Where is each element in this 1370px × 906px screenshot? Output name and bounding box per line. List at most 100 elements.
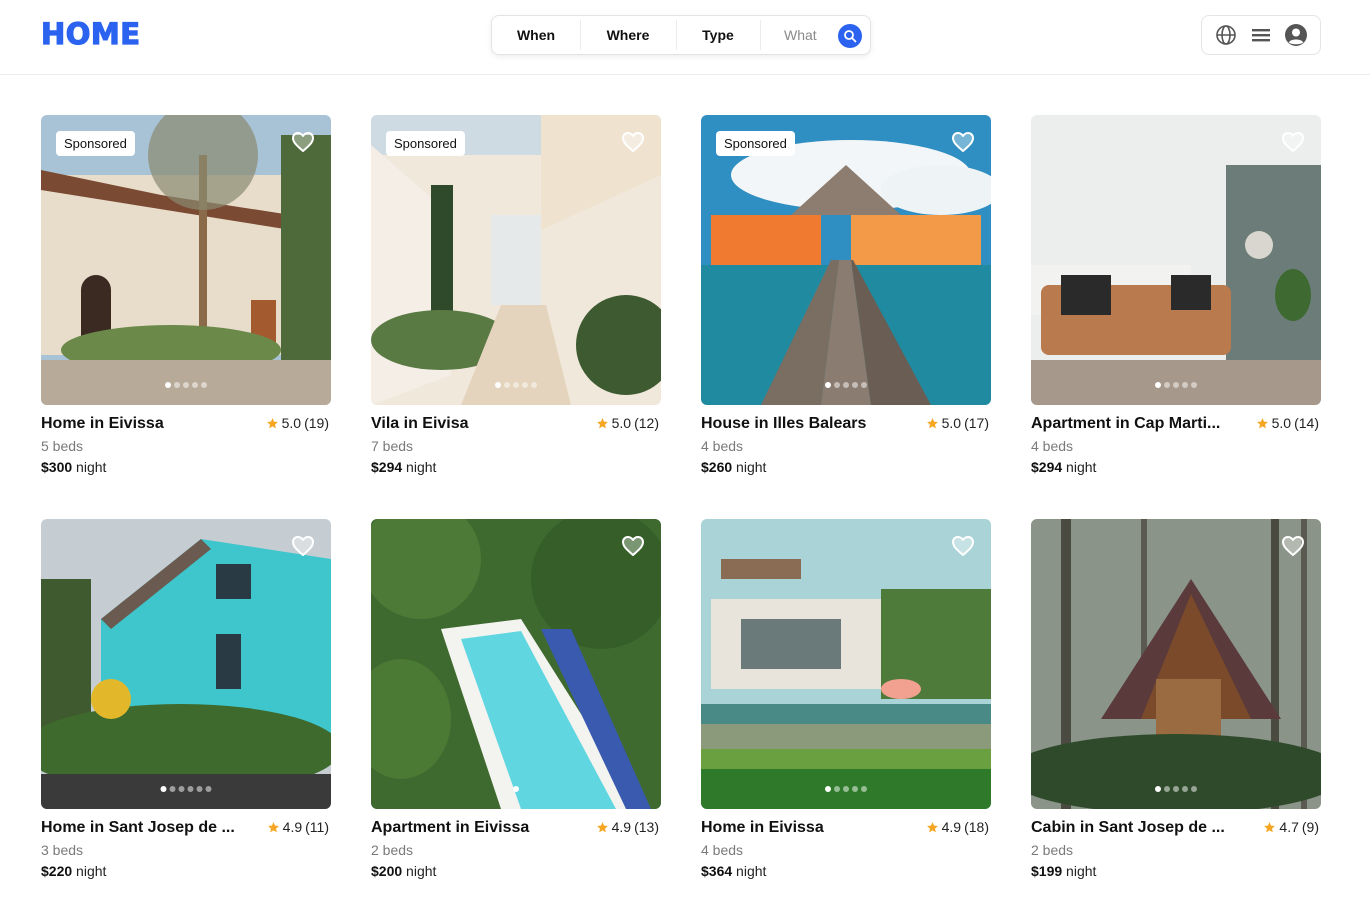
listing-beds: 2 beds bbox=[1031, 842, 1074, 858]
listing-photo[interactable] bbox=[371, 519, 661, 809]
price-amount: $300 bbox=[41, 459, 73, 475]
photo-dot[interactable] bbox=[160, 786, 167, 792]
listing-title[interactable]: Apartment in Eivissa bbox=[371, 819, 581, 837]
search-where-button[interactable]: Where bbox=[580, 16, 676, 54]
rating-value: 5.0 bbox=[1271, 415, 1292, 431]
listing-title[interactable]: Home in Eivissa bbox=[41, 415, 251, 433]
photo-dot[interactable] bbox=[1164, 786, 1170, 792]
listing-card[interactable]: Cabin in Sant Josep de ... 4.7 (9) 2 bed… bbox=[1031, 519, 1321, 881]
listing-image bbox=[41, 115, 331, 405]
listing-title[interactable]: Vila in Eivisa bbox=[371, 415, 581, 433]
favorite-button[interactable] bbox=[291, 131, 315, 153]
photo-dot[interactable] bbox=[205, 786, 212, 792]
listing-photo[interactable]: Sponsored bbox=[41, 115, 331, 405]
photo-dot[interactable] bbox=[169, 786, 176, 792]
listing-title[interactable]: Home in Eivissa bbox=[701, 819, 911, 837]
favorite-button[interactable] bbox=[1281, 535, 1305, 557]
heart-icon bbox=[952, 132, 974, 152]
photo-dot[interactable] bbox=[843, 382, 849, 388]
favorite-button[interactable] bbox=[621, 131, 645, 153]
listing-beds: 7 beds bbox=[371, 438, 414, 454]
favorite-button[interactable] bbox=[1281, 131, 1305, 153]
profile-button[interactable] bbox=[1284, 23, 1308, 47]
search-button[interactable] bbox=[838, 24, 862, 48]
price-amount: $364 bbox=[701, 863, 733, 879]
photo-dot[interactable] bbox=[183, 382, 189, 388]
listing-image bbox=[371, 115, 661, 405]
listing-card[interactable]: Sponsored Home in Eivissa 5.0 (19) 5 bed… bbox=[41, 115, 331, 477]
home-logo[interactable]: HOME bbox=[40, 16, 140, 51]
photo-dot[interactable] bbox=[1164, 382, 1170, 388]
favorite-button[interactable] bbox=[951, 535, 975, 557]
photo-carousel-dots bbox=[1155, 786, 1197, 792]
photo-dot[interactable] bbox=[1155, 786, 1161, 792]
listing-photo[interactable] bbox=[701, 519, 991, 809]
listing-photo[interactable] bbox=[1031, 115, 1321, 405]
listing-beds: 2 beds bbox=[371, 842, 414, 858]
photo-dot[interactable] bbox=[825, 382, 831, 388]
photo-dot[interactable] bbox=[504, 382, 510, 388]
star-icon bbox=[1256, 417, 1268, 428]
listing-beds: 5 beds bbox=[41, 438, 84, 454]
menu-button[interactable] bbox=[1249, 23, 1273, 47]
photo-dot[interactable] bbox=[192, 382, 198, 388]
photo-dot[interactable] bbox=[834, 786, 840, 792]
photo-dot[interactable] bbox=[495, 382, 501, 388]
photo-dot[interactable] bbox=[852, 786, 858, 792]
photo-dot[interactable] bbox=[1155, 382, 1161, 388]
listing-photo[interactable]: Sponsored bbox=[371, 115, 661, 405]
photo-dot[interactable] bbox=[1182, 382, 1188, 388]
listing-info: Apartment in Eivissa 4.9 (13) 2 beds $20… bbox=[371, 819, 661, 881]
listing-card[interactable]: Home in Sant Josep de ... 4.9 (11) 3 bed… bbox=[41, 519, 331, 881]
search-type-button[interactable]: Type bbox=[676, 16, 760, 54]
listing-photo[interactable] bbox=[41, 519, 331, 809]
photo-dot[interactable] bbox=[1173, 786, 1179, 792]
listing-title[interactable]: Apartment in Cap Marti... bbox=[1031, 415, 1241, 433]
photo-dot[interactable] bbox=[178, 786, 185, 792]
photo-dot[interactable] bbox=[201, 382, 207, 388]
favorite-button[interactable] bbox=[291, 535, 315, 557]
photo-dot[interactable] bbox=[174, 382, 180, 388]
photo-dot[interactable] bbox=[861, 382, 867, 388]
price-amount: $200 bbox=[371, 863, 403, 879]
listing-photo[interactable] bbox=[1031, 519, 1321, 809]
listing-beds: 4 beds bbox=[701, 842, 744, 858]
photo-dot[interactable] bbox=[861, 786, 867, 792]
favorite-button[interactable] bbox=[621, 535, 645, 557]
listing-card[interactable]: Sponsored Vila in Eivisa 5.0 (12) 7 beds… bbox=[371, 115, 661, 477]
listing-card[interactable]: Home in Eivissa 4.9 (18) 4 beds $364 nig… bbox=[701, 519, 991, 881]
photo-dot[interactable] bbox=[1173, 382, 1179, 388]
listing-photo[interactable]: Sponsored bbox=[701, 115, 991, 405]
listing-image bbox=[1031, 115, 1321, 405]
photo-dot[interactable] bbox=[1191, 382, 1197, 388]
listing-price: $260 night bbox=[701, 459, 766, 475]
photo-dot[interactable] bbox=[522, 382, 528, 388]
listing-title[interactable]: Home in Sant Josep de ... bbox=[41, 819, 251, 837]
photo-dot[interactable] bbox=[513, 382, 519, 388]
listing-price: $300 night bbox=[41, 459, 106, 475]
sponsored-badge: Sponsored bbox=[386, 131, 465, 156]
photo-dot[interactable] bbox=[196, 786, 203, 792]
star-icon bbox=[596, 417, 608, 428]
photo-dot[interactable] bbox=[852, 382, 858, 388]
photo-dot[interactable] bbox=[513, 786, 519, 792]
listing-card[interactable]: Apartment in Cap Marti... 5.0 (14) 4 bed… bbox=[1031, 115, 1321, 477]
photo-dot[interactable] bbox=[825, 786, 831, 792]
photo-dot[interactable] bbox=[834, 382, 840, 388]
listing-info: Home in Eivissa 4.9 (18) 4 beds $364 nig… bbox=[701, 819, 991, 881]
listing-card[interactable]: Sponsored House in Illes Balears 5.0 (17… bbox=[701, 115, 991, 477]
rating-value: 4.9 bbox=[611, 819, 632, 835]
photo-dot[interactable] bbox=[843, 786, 849, 792]
star-icon bbox=[926, 821, 938, 832]
favorite-button[interactable] bbox=[951, 131, 975, 153]
listing-card[interactable]: Apartment in Eivissa 4.9 (13) 2 beds $20… bbox=[371, 519, 661, 881]
photo-dot[interactable] bbox=[187, 786, 194, 792]
photo-dot[interactable] bbox=[1191, 786, 1197, 792]
search-when-button[interactable]: When bbox=[492, 16, 580, 54]
photo-dot[interactable] bbox=[165, 382, 171, 388]
photo-dot[interactable] bbox=[1182, 786, 1188, 792]
listing-title[interactable]: Cabin in Sant Josep de ... bbox=[1031, 819, 1241, 837]
language-button[interactable] bbox=[1214, 23, 1238, 47]
photo-dot[interactable] bbox=[531, 382, 537, 388]
listing-title[interactable]: House in Illes Balears bbox=[701, 415, 911, 433]
